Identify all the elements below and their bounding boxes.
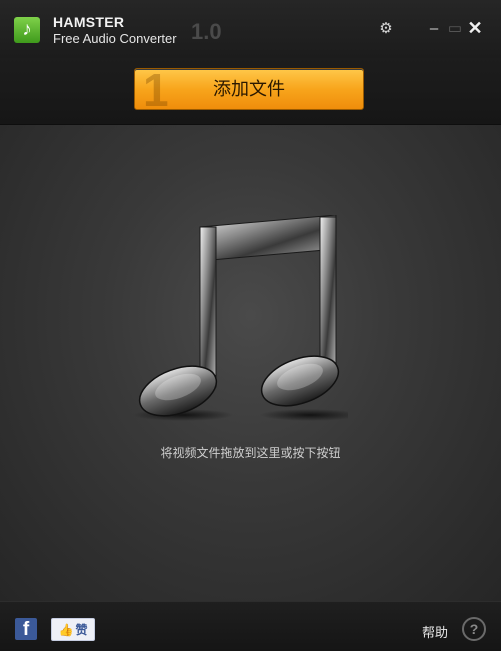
music-note-glyph: ♪	[22, 19, 32, 40]
help-link[interactable]: 帮助	[422, 622, 448, 641]
drop-hint: 将视频文件拖放到这里或按下按钮	[160, 446, 341, 460]
brand: HAMSTER Free Audio Converter	[53, 14, 177, 47]
gear-icon[interactable]: ⚙	[377, 20, 395, 38]
add-file-label: 添加文件	[213, 79, 285, 99]
like-label: 赞	[75, 623, 88, 637]
title-bar[interactable]: ♪ HAMSTER Free Audio Converter 1.0 ⚙ ‒ ▭…	[0, 0, 501, 58]
minimize-button[interactable]: ‒	[425, 20, 443, 38]
add-file-button[interactable]: 1 添加文件	[134, 68, 364, 110]
music-note-icon	[133, 215, 348, 421]
maximize-button[interactable]: ▭	[446, 20, 464, 38]
facebook-icon[interactable]: f	[15, 618, 37, 640]
help-icon[interactable]: ?	[462, 617, 486, 641]
file-drop-area[interactable]: 将视频文件拖放到这里或按下按钮	[0, 125, 501, 601]
thumbs-up-icon: 👍	[58, 622, 74, 637]
like-button[interactable]: 👍 赞	[51, 618, 95, 641]
brand-name: HAMSTER	[53, 14, 125, 30]
footer-bar: f 👍 赞 帮助 ?	[0, 601, 501, 651]
version-label: 1.0	[191, 19, 222, 44]
brand-subtitle: Free Audio Converter	[53, 31, 177, 46]
app-window: ♪ HAMSTER Free Audio Converter 1.0 ⚙ ‒ ▭…	[0, 0, 501, 651]
toolbar: 1 添加文件	[0, 58, 501, 125]
close-button[interactable]: ✕	[466, 19, 484, 37]
app-logo-icon: ♪	[14, 17, 40, 43]
